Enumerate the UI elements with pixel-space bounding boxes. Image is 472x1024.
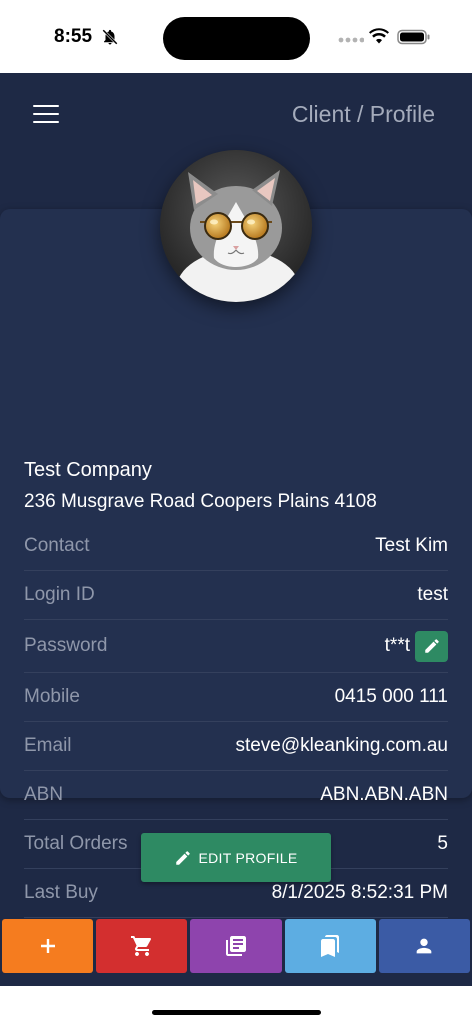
field-row-mobile: Mobile 0415 000 111 xyxy=(24,673,448,722)
password-value-wrap: t**t xyxy=(384,630,448,662)
edit-password-button[interactable] xyxy=(415,630,448,662)
field-row-login-id: Login ID test xyxy=(24,571,448,620)
battery-icon xyxy=(397,29,430,45)
field-label: Login ID xyxy=(24,584,95,605)
status-bar: 8:55 xyxy=(0,0,472,73)
field-value: Test Kim xyxy=(375,535,448,556)
signal-icon xyxy=(338,37,364,43)
field-row-password: Password t**t xyxy=(24,620,448,673)
field-label: Email xyxy=(24,735,72,756)
field-value: test xyxy=(417,584,448,605)
field-value: ABN.ABN.ABN xyxy=(320,784,448,805)
field-value: 8/1/2025 8:52:31 PM xyxy=(271,882,448,903)
bookmarks-icon xyxy=(321,935,340,957)
bell-muted-icon xyxy=(102,29,118,45)
field-value: steve@kleanking.com.au xyxy=(235,735,448,756)
field-label: Password xyxy=(24,635,108,656)
company-name: Test Company xyxy=(24,459,152,481)
app-screen: Client / Profile Test Company 236 Musgra… xyxy=(0,73,472,986)
edit-profile-button[interactable]: EDIT PROFILE xyxy=(141,833,331,882)
wifi-icon xyxy=(369,28,389,44)
field-label: Mobile xyxy=(24,686,80,707)
avatar xyxy=(160,150,312,302)
plus-icon xyxy=(40,939,55,953)
home-indicator-area xyxy=(0,986,472,1024)
home-indicator[interactable] xyxy=(152,1010,321,1015)
field-row-email: Email steve@kleanking.com.au xyxy=(24,722,448,771)
field-label: Total Orders xyxy=(24,833,128,854)
tab-library[interactable] xyxy=(190,919,282,973)
status-time: 8:55 xyxy=(54,26,93,47)
field-value: t**t xyxy=(384,635,410,656)
pencil-icon xyxy=(424,639,439,653)
person-icon xyxy=(417,938,432,954)
hamburger-menu-icon[interactable] xyxy=(33,105,59,123)
cart-icon xyxy=(130,936,151,956)
tab-cart[interactable] xyxy=(96,919,188,973)
field-row-abn: ABN ABN.ABN.ABN xyxy=(24,771,448,820)
company-address: 236 Musgrave Road Coopers Plains 4108 xyxy=(24,491,377,512)
tab-bookmarks[interactable] xyxy=(284,919,376,973)
field-value: 0415 000 111 xyxy=(334,686,448,707)
tab-new-order[interactable] xyxy=(2,919,94,973)
field-label: ABN xyxy=(24,784,64,805)
pencil-icon xyxy=(176,850,191,865)
bottom-nav xyxy=(0,919,472,975)
field-row-contact: Contact Test Kim xyxy=(24,522,448,571)
field-label: Contact xyxy=(24,535,90,556)
cat-avatar-image xyxy=(160,150,312,302)
field-value: 5 xyxy=(437,833,448,854)
field-label: Last Buy xyxy=(24,882,98,903)
page-title: Client / Profile xyxy=(291,101,435,127)
edit-profile-label: EDIT PROFILE xyxy=(198,849,298,866)
dynamic-island xyxy=(163,17,310,60)
tab-profile[interactable] xyxy=(378,919,471,973)
library-icon xyxy=(226,936,246,956)
